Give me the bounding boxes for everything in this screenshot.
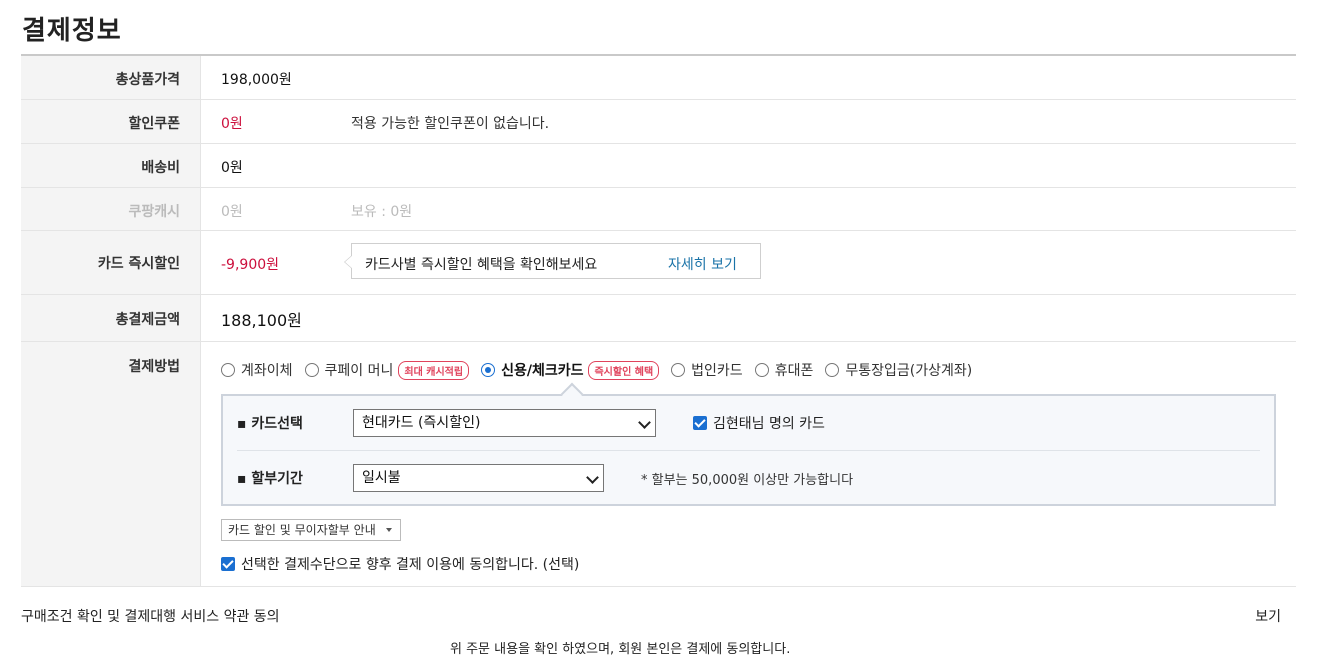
row-label: 총상품가격 [21,56,201,99]
checkbox-icon[interactable] [221,557,235,571]
option-credit-card[interactable]: 신용/체크카드 즉시할인 혜택 [481,360,660,380]
row-label: 배송비 [21,144,201,187]
chevron-down-icon [638,416,651,429]
row-shipping: 배송비 0원 [21,144,1296,188]
radio-icon[interactable] [481,363,496,377]
terms-view-link[interactable]: 보기 [1255,606,1281,626]
row-label: 총결제금액 [21,295,201,341]
radio-icon[interactable] [221,363,235,377]
page-title: 결제정보 [22,16,122,46]
shipping-value: 0원 [221,160,243,176]
row-total-price: 총상품가격 198,000원 [21,56,1296,100]
divider [237,450,1260,451]
row-coupon: 할인쿠폰 0원 적용 가능한 할인쿠폰이 없습니다. [21,100,1296,144]
checkbox-icon[interactable] [693,416,707,430]
cash-value: 0원 [221,204,243,220]
row-payment-method: 결제방법 계좌이체 쿠페이 머니 최대 캐시적립 신용/체크카드 즉시할인 혜택 [21,342,1296,587]
row-label: 할인쿠폰 [21,100,201,143]
installment-select[interactable]: 일시불 [353,464,604,492]
agree-checkbox[interactable]: 선택한 결제수단으로 향후 결제 이용에 동의합니다. (선택) [221,554,579,574]
radio-icon[interactable] [671,363,686,377]
coupon-value: 0원 [221,116,243,132]
row-label: 결제방법 [21,342,201,586]
option-corporate-card[interactable]: 법인카드 [671,360,743,380]
radio-icon[interactable] [304,363,319,377]
agreement-text: 위 주문 내용을 확인 하였으며, 회원 본인은 결제에 동의합니다. [450,642,791,657]
row-total-payment: 총결제금액 188,100원 [21,295,1296,342]
tooltip-text: 카드사별 즉시할인 혜택을 확인해보세요 [365,257,598,273]
details-link[interactable]: 자세히 보기 [668,254,737,274]
card-options-panel: ▪ 카드선택 현대카드 (즉시할인) 김현태님 명의 카드 ▪ 할부기간 일시불… [221,394,1276,506]
payment-info-table: 총상품가격 198,000원 할인쿠폰 0원 적용 가능한 할인쿠폰이 없습니다… [21,54,1296,587]
option-mobile[interactable]: 휴대폰 [754,360,813,380]
card-guide-button[interactable]: 카드 할인 및 무이자할부 안내 [221,519,401,541]
terms-label: 구매조건 확인 및 결제대행 서비스 약관 동의 [21,609,280,625]
row-label: 쿠팡캐시 [21,188,201,230]
cash-note: 보유 : 0원 [351,204,413,220]
row-label: 카드 즉시할인 [21,231,201,294]
option-virtual-account[interactable]: 무통장입금(가상계좌) [825,360,972,380]
radio-icon[interactable] [754,363,769,377]
row-card-discount: 카드 즉시할인 -9,900원 카드사별 즉시할인 혜택을 확인해보세요 자세히… [21,231,1296,295]
radio-icon[interactable] [825,363,840,377]
card-select[interactable]: 현대카드 (즉시할인) [353,409,656,437]
payment-method-options: 계좌이체 쿠페이 머니 최대 캐시적립 신용/체크카드 즉시할인 혜택 법인카드 [221,360,984,380]
total-payment-value: 188,100원 [221,311,302,330]
coupon-note: 적용 가능한 할인쿠폰이 없습니다. [351,116,550,132]
card-select-label: ▪ 카드선택 [237,416,303,432]
card-discount-tooltip: 카드사별 즉시할인 혜택을 확인해보세요 자세히 보기 [344,243,761,279]
option-bank-transfer[interactable]: 계좌이체 [221,360,293,380]
instant-discount-badge: 즉시할인 혜택 [588,360,660,380]
option-coupay-money[interactable]: 쿠페이 머니 최대 캐시적립 [304,360,470,380]
owner-card-checkbox[interactable]: 김현태님 명의 카드 [693,413,825,433]
installment-label: ▪ 할부기간 [237,471,303,487]
installment-hint: * 할부는 50,000원 이상만 가능합니다 [641,473,854,488]
card-discount-value: -9,900원 [221,257,280,273]
row-cash: 쿠팡캐시 0원 보유 : 0원 [21,188,1296,231]
max-cash-badge: 최대 캐시적립 [398,360,470,380]
chevron-down-icon [586,471,599,484]
total-price-value: 198,000원 [221,72,292,88]
